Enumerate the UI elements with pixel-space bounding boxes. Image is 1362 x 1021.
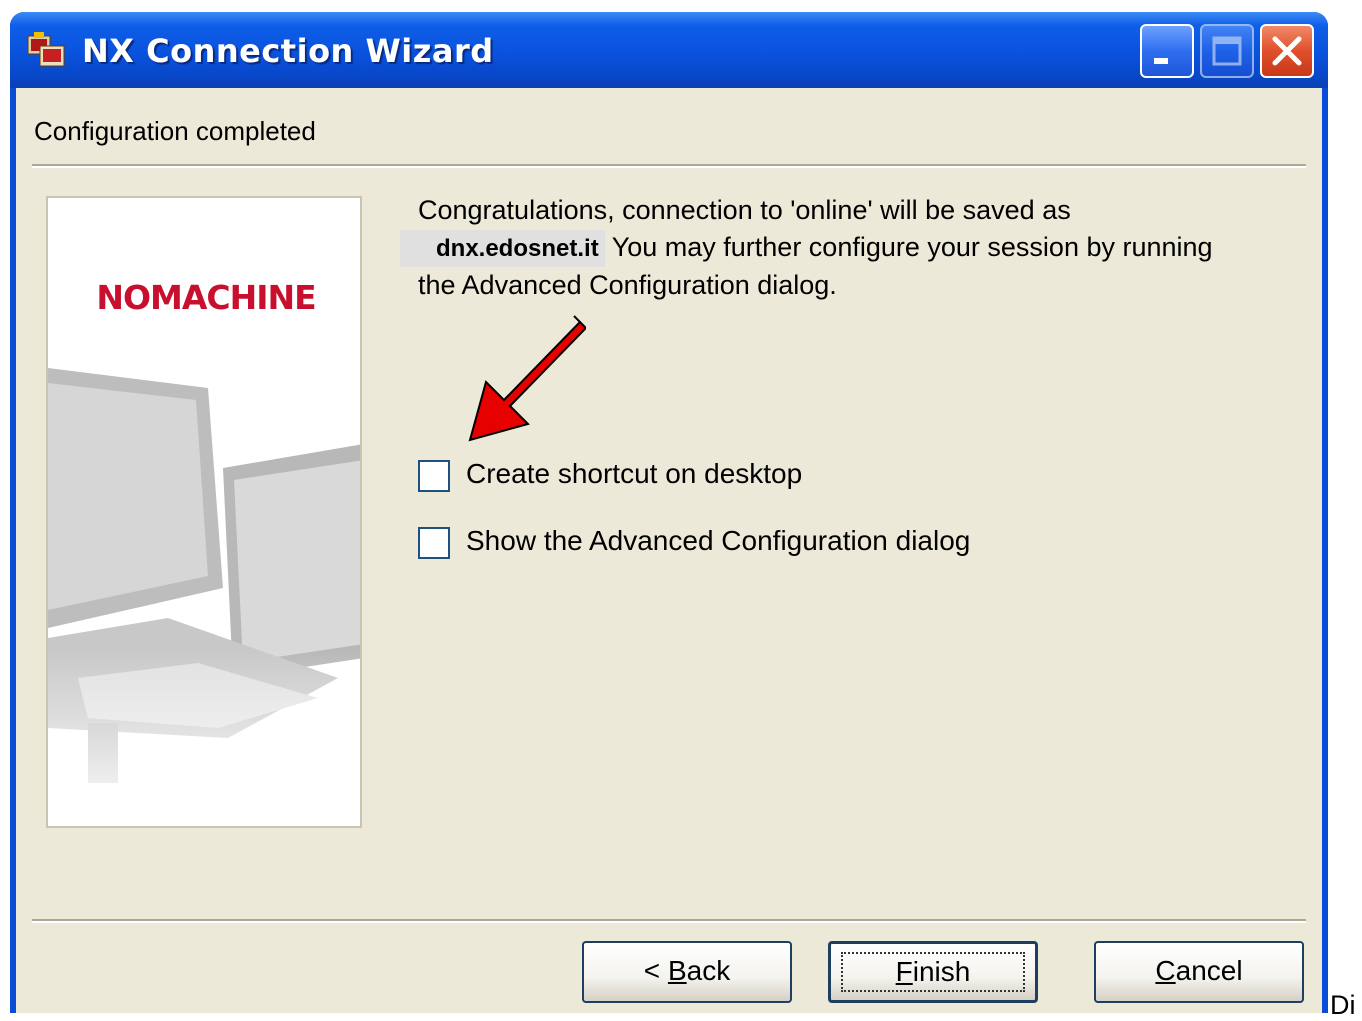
red-arrow-icon [468,315,586,442]
show-advanced-checkbox[interactable] [418,527,450,559]
close-button[interactable] [1260,24,1314,78]
back-label: < Back [643,955,731,986]
page-title: Configuration completed [34,116,316,146]
nomachine-logo: NOMACHINE [96,278,316,317]
side-banner: NOMACHINE [46,196,362,828]
cancel-button[interactable]: Cancel [1094,941,1304,1003]
header-divider [32,164,1306,168]
dialog-client-area: Configuration completed NOMACHINE Congra… [16,88,1322,1013]
window-title: NX Connection Wizard [82,32,494,70]
close-icon [1272,36,1302,66]
title-bar[interactable]: NX Connection Wizard [10,12,1328,88]
background-text-fragment: Di [1330,990,1356,1020]
minimize-button[interactable] [1140,24,1194,78]
back-button[interactable]: < Back [582,941,792,1003]
maximize-icon [1212,36,1242,66]
show-advanced-label[interactable]: Show the Advanced Configuration dialog [466,525,970,557]
completion-message: Congratulations, connection to 'online' … [400,192,1278,304]
cancel-label: Cancel [1155,955,1243,986]
finish-label: Finish [895,956,971,987]
finish-button[interactable]: Finish [828,941,1038,1003]
create-shortcut-checkbox[interactable] [418,460,450,492]
maximize-button[interactable] [1200,24,1254,78]
host-name: dnx.edosnet.it [400,230,605,267]
monitors-illustration [48,368,360,826]
minimize-icon [1154,58,1168,64]
create-shortcut-label[interactable]: Create shortcut on desktop [466,458,802,490]
message-line-3: the Advanced Configuration dialog. [418,270,837,300]
message-line-2: dnx.edosnet.it You may further configure… [400,229,1278,267]
wizard-window: NX Connection Wizard Configuration compl… [10,12,1328,1013]
nx-wizard-icon [27,32,65,67]
message-line-2-text: You may further configure your session b… [604,232,1213,262]
message-line-1: Congratulations, connection to 'online' … [418,195,1071,225]
footer-divider [32,919,1306,923]
